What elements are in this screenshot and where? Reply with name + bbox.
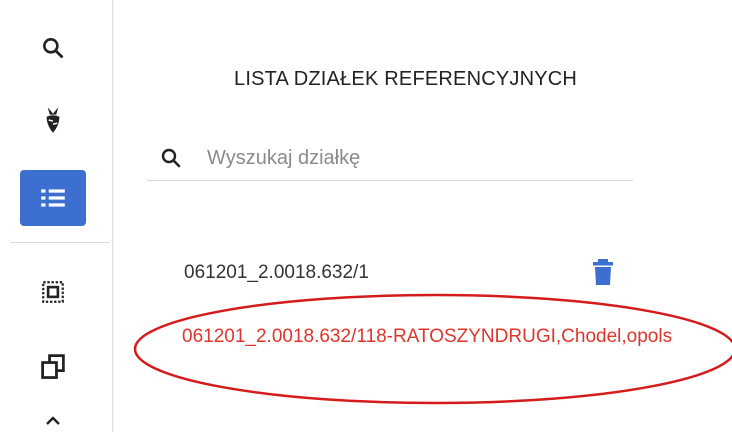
chevron-up-icon <box>46 416 60 425</box>
beet-icon <box>46 107 60 133</box>
search-input[interactable] <box>205 145 629 171</box>
sidebar-divider <box>10 242 110 243</box>
delete-parcel-button[interactable] <box>592 258 614 291</box>
parcel-list-panel: LISTA DZIAŁEK REFERENCYJNYCH 061201_2.00… <box>113 0 732 432</box>
list-icon <box>41 189 65 207</box>
panel-title: LISTA DZIAŁEK REFERENCYJNYCH <box>234 68 578 90</box>
parcel-search <box>147 136 633 181</box>
select-area-icon <box>42 281 64 303</box>
duplicate-icon <box>41 354 65 379</box>
select-area-button[interactable] <box>20 264 86 320</box>
duplicate-button[interactable] <box>20 338 86 394</box>
search-icon <box>161 148 181 168</box>
partial-tool-button[interactable] <box>20 410 86 432</box>
crops-tool-button[interactable] <box>20 92 86 148</box>
search-icon <box>43 38 64 59</box>
parcel-list-button[interactable] <box>20 170 86 226</box>
parcel-list-item-highlighted[interactable]: 061201_2.0018.632/118-RATOSZYNDRUGI,Chod… <box>182 326 732 348</box>
search-tool-button[interactable] <box>20 20 86 76</box>
parcel-list-item[interactable]: 061201_2.0018.632/1 <box>184 262 369 284</box>
sidebar <box>0 0 113 432</box>
trash-icon <box>593 259 613 285</box>
